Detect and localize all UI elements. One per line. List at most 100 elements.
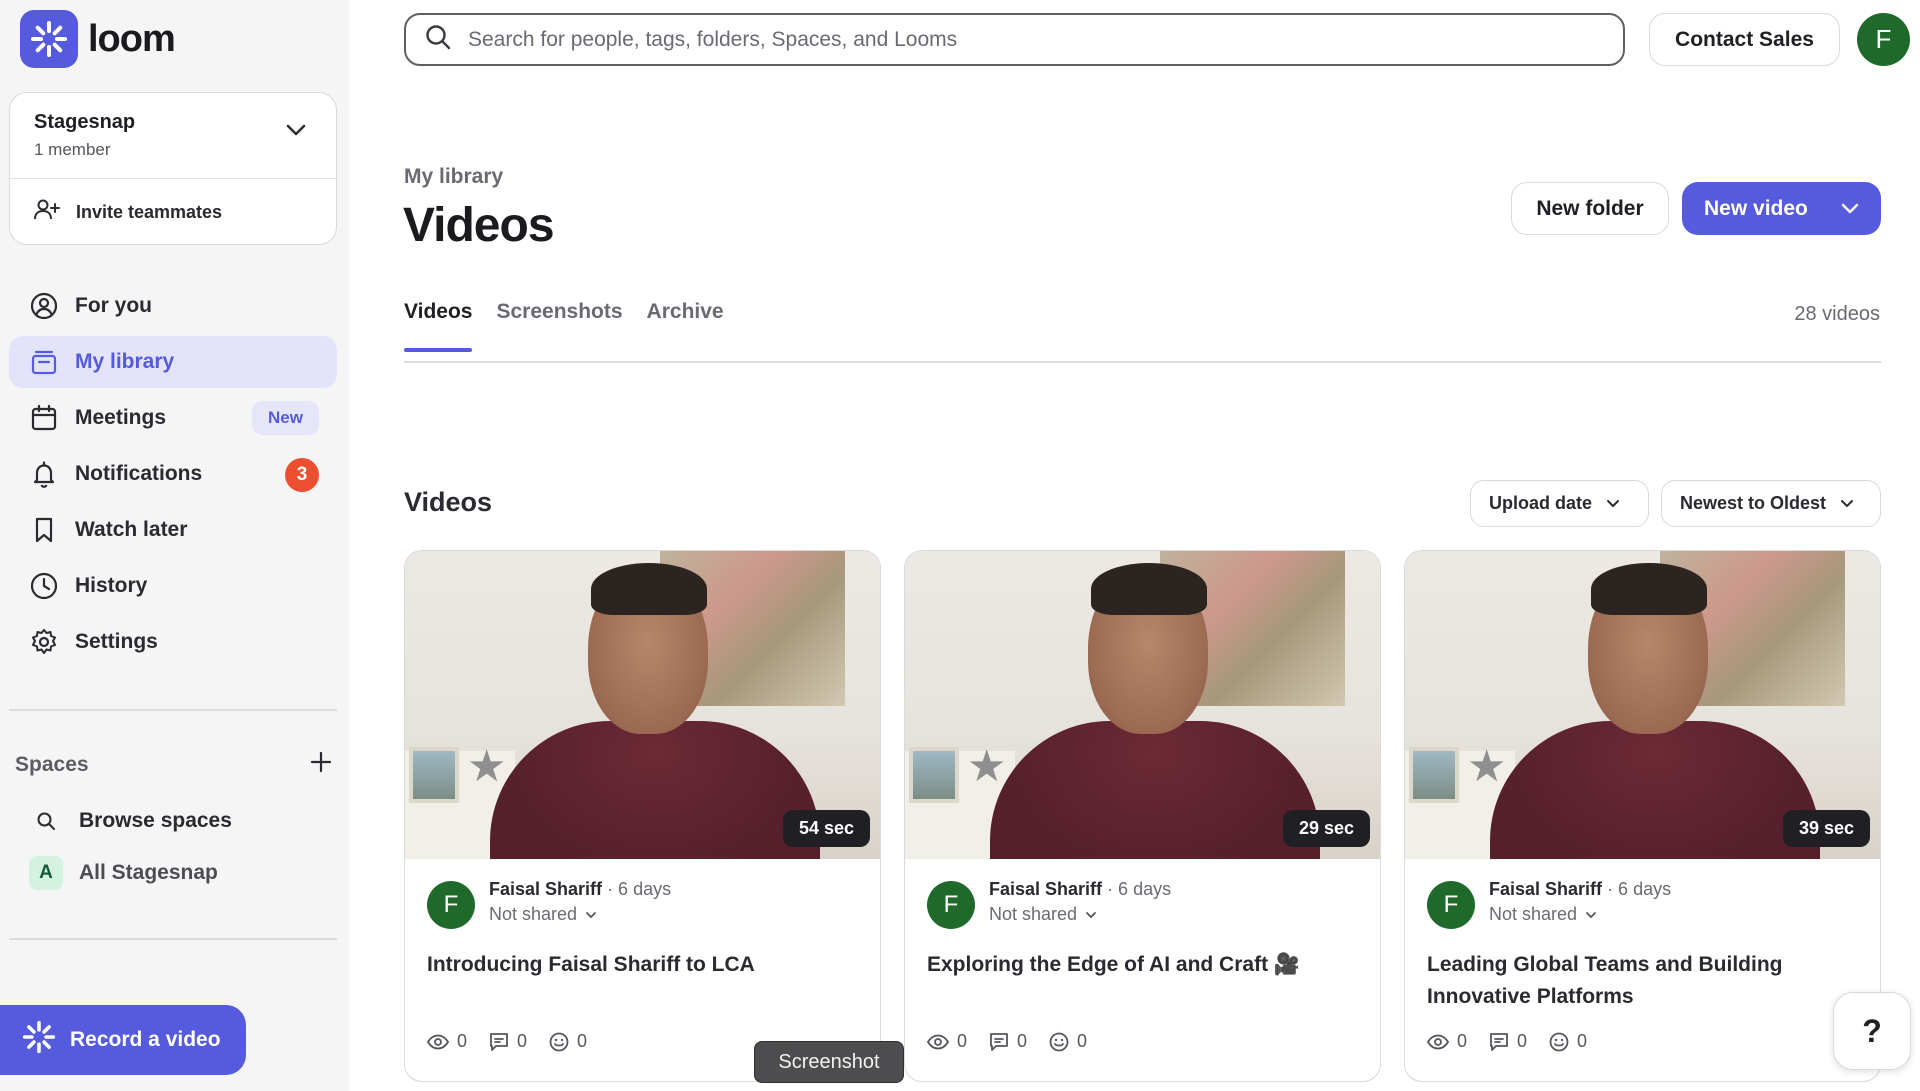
new-badge: New [252, 401, 319, 435]
chevron-down-icon [1606, 493, 1620, 514]
new-video-button[interactable]: New video [1682, 182, 1881, 235]
search-input[interactable] [468, 27, 1568, 52]
sharing-dropdown[interactable]: Not shared [489, 904, 671, 925]
views-stat: 0 [927, 1031, 967, 1052]
user-avatar[interactable]: F [1857, 13, 1910, 66]
breadcrumb[interactable]: My library [404, 165, 503, 189]
video-card[interactable]: ★ 39 sec F Faisal Shariff · 6 days Not s… [1404, 550, 1881, 1082]
sidebar-item-history[interactable]: History [9, 560, 337, 612]
eye-icon [927, 1034, 949, 1049]
upload-date-filter[interactable]: Upload date [1470, 480, 1649, 527]
workspace-name: Stagesnap [34, 111, 136, 133]
video-card[interactable]: ★ 29 sec F Faisal Shariff · 6 days Not s… [904, 550, 1381, 1082]
sharing-status: Not shared [1489, 904, 1578, 924]
chevron-down-icon [1840, 493, 1854, 514]
video-title[interactable]: Introducing Faisal Shariff to LCA [427, 949, 858, 981]
sidebar-item-label: Watch later [75, 518, 188, 541]
comments-stat: 0 [489, 1031, 527, 1052]
video-age: · 6 days [607, 879, 672, 899]
comments-stat: 0 [989, 1031, 1027, 1052]
tab-videos[interactable]: Videos [404, 300, 473, 352]
smile-icon [1049, 1032, 1069, 1051]
sort-order-filter[interactable]: Newest to Oldest [1661, 480, 1881, 527]
sidebar-item-label: Meetings [75, 406, 167, 429]
sharing-status: Not shared [489, 904, 578, 924]
comments-stat: 0 [1489, 1031, 1527, 1052]
space-item-all-stagesnap[interactable]: A All Stagesnap [9, 847, 337, 899]
browse-spaces-item[interactable]: Browse spaces [9, 795, 337, 847]
search-icon [424, 23, 452, 56]
tab-archive[interactable]: Archive [647, 300, 724, 352]
loom-logo[interactable]: loom [20, 10, 176, 68]
sidebar-nav: For you My library Meetings New Notifica… [9, 280, 337, 672]
record-video-button[interactable]: Record a video [0, 1005, 246, 1075]
video-stats: 0 0 0 [927, 1031, 1087, 1052]
notification-count-badge: 3 [285, 458, 319, 492]
search-bar[interactable] [404, 13, 1625, 66]
chevron-down-icon [286, 123, 306, 142]
invite-teammates-button[interactable]: Invite teammates [10, 179, 336, 246]
video-title[interactable]: Exploring the Edge of AI and Craft 🎥 [927, 949, 1358, 981]
new-folder-button[interactable]: New folder [1511, 182, 1669, 235]
sharing-dropdown[interactable]: Not shared [1489, 904, 1671, 925]
add-space-button[interactable] [309, 750, 333, 780]
views-stat: 0 [427, 1031, 467, 1052]
video-thumbnail[interactable]: ★ 39 sec [1405, 551, 1880, 859]
reactions-count: 0 [1577, 1031, 1588, 1051]
sidebar-item-notifications[interactable]: Notifications 3 [9, 448, 337, 500]
workspace-members: 1 member [34, 140, 111, 159]
calendar-icon [29, 403, 59, 433]
video-meta: F Faisal Shariff · 6 days Not shared Int… [405, 859, 880, 981]
eye-icon [427, 1034, 449, 1049]
loom-record-icon [22, 1020, 56, 1060]
chevron-down-icon [1841, 197, 1859, 221]
page-title: Videos [403, 199, 555, 252]
author-name: Faisal Shariff [1489, 879, 1603, 899]
sidebar-divider [9, 709, 337, 711]
video-age: · 6 days [1607, 879, 1672, 899]
video-title[interactable]: Leading Global Teams and Building Innova… [1427, 949, 1858, 1012]
sidebar-item-label: Settings [75, 630, 158, 653]
loom-logo-icon [20, 10, 78, 68]
reactions-stat: 0 [1549, 1031, 1587, 1052]
video-thumbnail[interactable]: ★ 54 sec [405, 551, 880, 859]
duration-badge: 29 sec [1282, 810, 1370, 847]
invite-label: Invite teammates [76, 202, 223, 222]
space-avatar: A [29, 856, 63, 890]
spaces-header: Spaces [15, 750, 333, 780]
record-label: Record a video [70, 1028, 221, 1051]
author-name: Faisal Shariff [989, 879, 1103, 899]
spaces-list: Browse spaces A All Stagesnap [9, 795, 337, 899]
sidebar-item-my-library[interactable]: My library [9, 336, 337, 388]
sidebar-item-for-you[interactable]: For you [9, 280, 337, 332]
views-stat: 0 [1427, 1031, 1467, 1052]
add-user-icon [34, 199, 60, 226]
video-card[interactable]: ★ 54 sec F Faisal Shariff · 6 days Not s… [404, 550, 881, 1082]
clock-icon [29, 571, 59, 601]
duration-badge: 39 sec [1782, 810, 1870, 847]
sidebar-item-watch-later[interactable]: Watch later [9, 504, 337, 556]
video-thumbnail[interactable]: ★ 29 sec [905, 551, 1380, 859]
new-video-label: New video [1704, 196, 1808, 220]
sidebar-item-meetings[interactable]: Meetings New [9, 392, 337, 444]
workspace-switcher[interactable]: Stagesnap 1 member [10, 93, 336, 179]
sidebar: loom Stagesnap 1 member Invite teammates… [0, 0, 349, 1091]
spaces-heading: Spaces [15, 753, 89, 776]
sort-label: Newest to Oldest [1680, 493, 1827, 513]
eye-icon [1427, 1034, 1449, 1049]
help-button[interactable]: ? [1833, 992, 1911, 1070]
browse-spaces-label: Browse spaces [79, 809, 232, 832]
reactions-count: 0 [577, 1031, 588, 1051]
tab-screenshots[interactable]: Screenshots [496, 300, 622, 352]
chevron-down-icon [1086, 911, 1096, 918]
sharing-dropdown[interactable]: Not shared [989, 904, 1171, 925]
comment-icon [990, 1032, 1008, 1051]
sidebar-item-label: History [75, 574, 148, 597]
reactions-count: 0 [1077, 1031, 1088, 1051]
sidebar-item-settings[interactable]: Settings [9, 616, 337, 668]
contact-sales-button[interactable]: Contact Sales [1649, 13, 1840, 66]
views-count: 0 [457, 1031, 468, 1051]
views-count: 0 [1457, 1031, 1468, 1051]
bookmark-icon [29, 515, 59, 545]
space-label: All Stagesnap [79, 861, 218, 884]
